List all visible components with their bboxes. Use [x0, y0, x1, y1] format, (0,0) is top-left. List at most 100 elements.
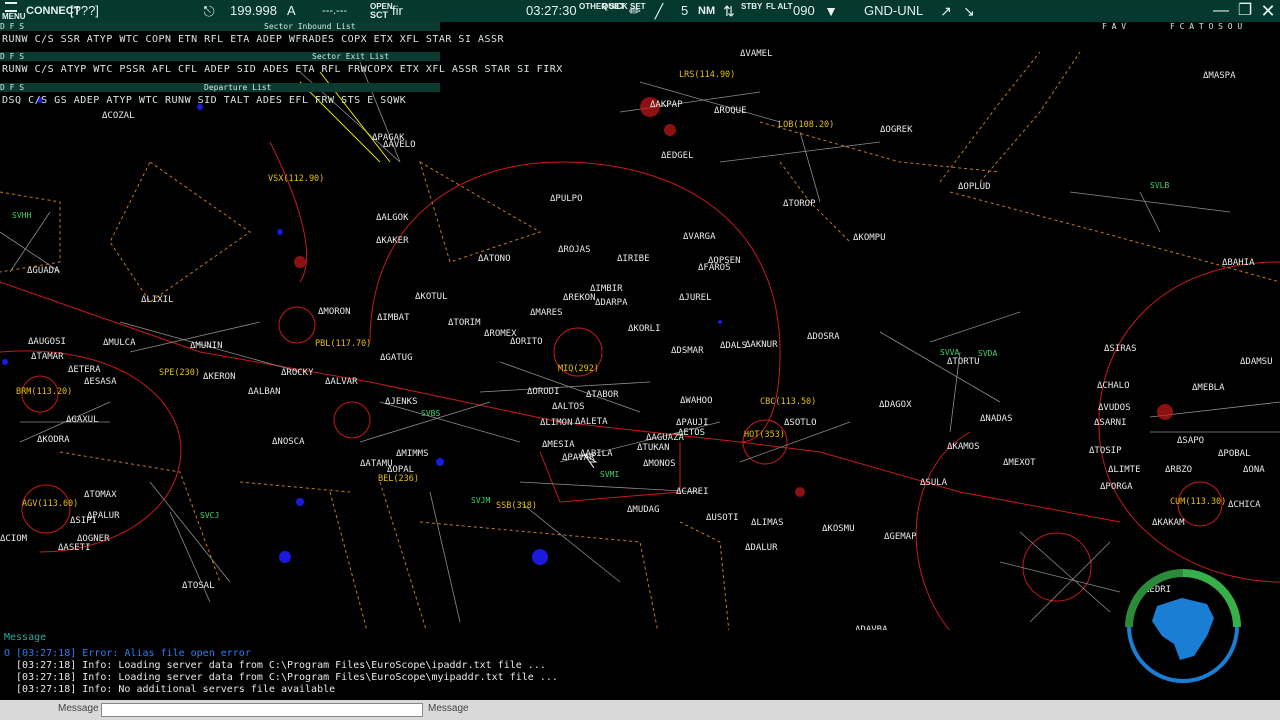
airport-label[interactable]: SVJM — [471, 496, 490, 505]
range-value[interactable]: 5 — [681, 0, 688, 22]
fix-label: ΔKOSMU — [822, 524, 855, 534]
fix-label: ΔVUDOS — [1098, 403, 1131, 413]
inbound-list-titlebar[interactable]: D F S Sector Inbound List — [0, 22, 440, 31]
close-icon[interactable]: ✕ — [1259, 2, 1277, 20]
message-label-left: Message — [58, 703, 99, 714]
altitude-filter[interactable]: GND-UNL — [864, 0, 923, 22]
atis-frequency: ---.--- — [322, 5, 348, 17]
fix-label: ΔROJAS — [558, 245, 591, 255]
maximize-icon[interactable]: ❐ — [1236, 2, 1254, 20]
message-panel[interactable]: Message O [03:27:18] Error: Alias file o… — [0, 630, 1280, 700]
fix-label: ΔVAMEL — [740, 49, 773, 59]
alt-toggle[interactable]: FL ALT — [766, 2, 793, 24]
fix-label: ΔLIMON — [540, 418, 573, 428]
fix-label: ΔNADAS — [980, 414, 1013, 424]
clock: 03:27:30 — [526, 3, 577, 18]
stby-toggle[interactable]: STBY — [741, 2, 763, 24]
exit-list-titlebar[interactable]: D F S Sector Exit List — [0, 52, 440, 61]
plane-down-icon[interactable]: ↘ — [960, 2, 978, 20]
airport-label[interactable]: SVHH — [12, 211, 31, 220]
airport-label[interactable]: SVVA — [940, 348, 959, 357]
headset-icon[interactable]: ⎋ — [200, 2, 218, 20]
heading-value[interactable]: 090 — [793, 0, 815, 22]
fix-label: ΔCAREI — [676, 487, 709, 497]
airport-label[interactable]: SVBS — [421, 409, 440, 418]
radar-scope[interactable]: D F S Sector Inbound List RUNW C/S SSR A… — [0, 22, 1280, 643]
fix-label: ΔGUADA — [27, 266, 60, 276]
filter-icon[interactable]: ▼ — [822, 2, 840, 20]
other-set-button[interactable]: OTHER SET — [579, 2, 625, 24]
fix-label: ΔASETI — [58, 543, 91, 553]
fix-label: ΔALTOS — [552, 402, 585, 412]
navaid-label: HOT(353) — [744, 430, 785, 440]
fix-label: ΔGATUG — [380, 353, 413, 363]
departure-list-columns[interactable]: DSQ C/S GS ADEP ATYP WTC RUNW SID TALT A… — [2, 95, 406, 107]
bottom-command-bar: Message Message — [0, 700, 1280, 720]
command-input[interactable] — [101, 703, 423, 717]
venezuela-vacc-logo — [1125, 569, 1241, 683]
fix-label: ΔSARNI — [1094, 418, 1127, 428]
fix-label: ΔAKPAP — [650, 100, 683, 110]
fix-label: ΔGAXUL — [66, 415, 99, 425]
frequency-display[interactable]: 199.998 — [230, 0, 277, 22]
open-sct-button[interactable]: OPEN SCT — [370, 2, 393, 24]
departure-list-titlebar[interactable]: D F S Departure List — [0, 83, 440, 92]
menu-icon — [5, 2, 17, 12]
navaid-label: AGV(113.60) — [22, 499, 79, 509]
inbound-list-columns[interactable]: RUNW C/S SSR ATYP WTC COPN ETN RFL ETA A… — [2, 34, 504, 46]
fix-label: ΔLIMAS — [751, 518, 784, 528]
fix-label: ΔAKNUR — [745, 340, 778, 350]
minimize-icon[interactable]: — — [1212, 2, 1230, 20]
menu-button[interactable]: MENU — [2, 2, 26, 24]
fix-label: ΔVARGA — [683, 232, 716, 242]
fix-label: ΔRBZO — [1165, 465, 1193, 475]
fix-label: ΔAUGOSI — [28, 337, 66, 347]
fix-label: ΔALETA — [575, 417, 608, 427]
atis-letter[interactable]: A — [287, 0, 296, 22]
fix-label: ΔJENKS — [385, 397, 418, 407]
message-line: [03:27:18] Info: Loading server data fro… — [4, 672, 558, 683]
fix-label: ΔDOSRA — [807, 332, 840, 342]
fix-label: ΔTUKAN — [637, 443, 670, 453]
right-list-flags-2[interactable]: F C A T O S O U — [1170, 22, 1280, 31]
navaid-label: SSB(318) — [496, 501, 537, 511]
fix-label: ΔMIMMS — [396, 449, 429, 459]
ruler-icon[interactable]: ╱ — [650, 2, 668, 20]
airport-label[interactable]: SVDA — [978, 349, 997, 358]
exit-list-columns[interactable]: RUNW C/S ATYP WTC PSSR AFL CFL ADEP SID … — [2, 64, 563, 76]
right-list-flags-1[interactable]: F A V — [1102, 22, 1138, 31]
airport-label[interactable]: SVCJ — [200, 511, 219, 520]
fix-label: ΔMEBLA — [1192, 383, 1225, 393]
fix-label: ΔMORON — [318, 307, 351, 317]
fix-label: ΔKAKER — [376, 236, 409, 246]
fix-label: ΔAVELO — [383, 140, 416, 150]
fix-label: ΔROCKY — [281, 368, 314, 378]
message-line: O [03:27:18] Error: Alias file open erro… — [4, 648, 251, 659]
fix-label: ΔCOZAL — [102, 111, 135, 121]
plane-up-icon[interactable]: ↗ — [937, 2, 955, 20]
fix-label: ΔDALUR — [745, 543, 778, 553]
fix-label: ΔNOSCA — [272, 437, 305, 447]
quick-set-button[interactable]: QUICK SET — [602, 2, 646, 24]
fix-label: ΔTORTU — [947, 357, 980, 367]
fix-label: ΔSAPO — [1177, 436, 1205, 446]
navaid-label: VSX(112.90) — [268, 174, 325, 184]
nm-toggle[interactable]: NM — [698, 0, 715, 22]
fix-label: ΔPULPO — [550, 194, 583, 204]
navaid-label: PBL(117.70) — [315, 339, 372, 349]
fix-label: ΔTAMAR — [31, 352, 64, 362]
message-panel-title: Message — [4, 632, 47, 643]
pencil-icon[interactable]: ✏ — [626, 2, 644, 20]
fix-label: ΔDAMSU — [1240, 357, 1273, 367]
fix-label: ΔKODRA — [37, 435, 70, 445]
airport-label[interactable]: SVLB — [1150, 181, 1169, 190]
fix-label: ΔDARPA — [595, 298, 628, 308]
navaid-label: SPE(230) — [159, 368, 200, 378]
airport-label[interactable]: SVMI — [600, 470, 619, 479]
fix-label: ΔALGOK — [376, 213, 409, 223]
fix-label: ΔSIRAS — [1104, 344, 1137, 354]
fix-label: ΔETERA — [68, 365, 101, 375]
fix-label: ΔBAHIA — [1222, 258, 1255, 268]
fix-label: ΔKOMPU — [853, 233, 886, 243]
track-icon[interactable]: ⇅ — [720, 2, 738, 20]
